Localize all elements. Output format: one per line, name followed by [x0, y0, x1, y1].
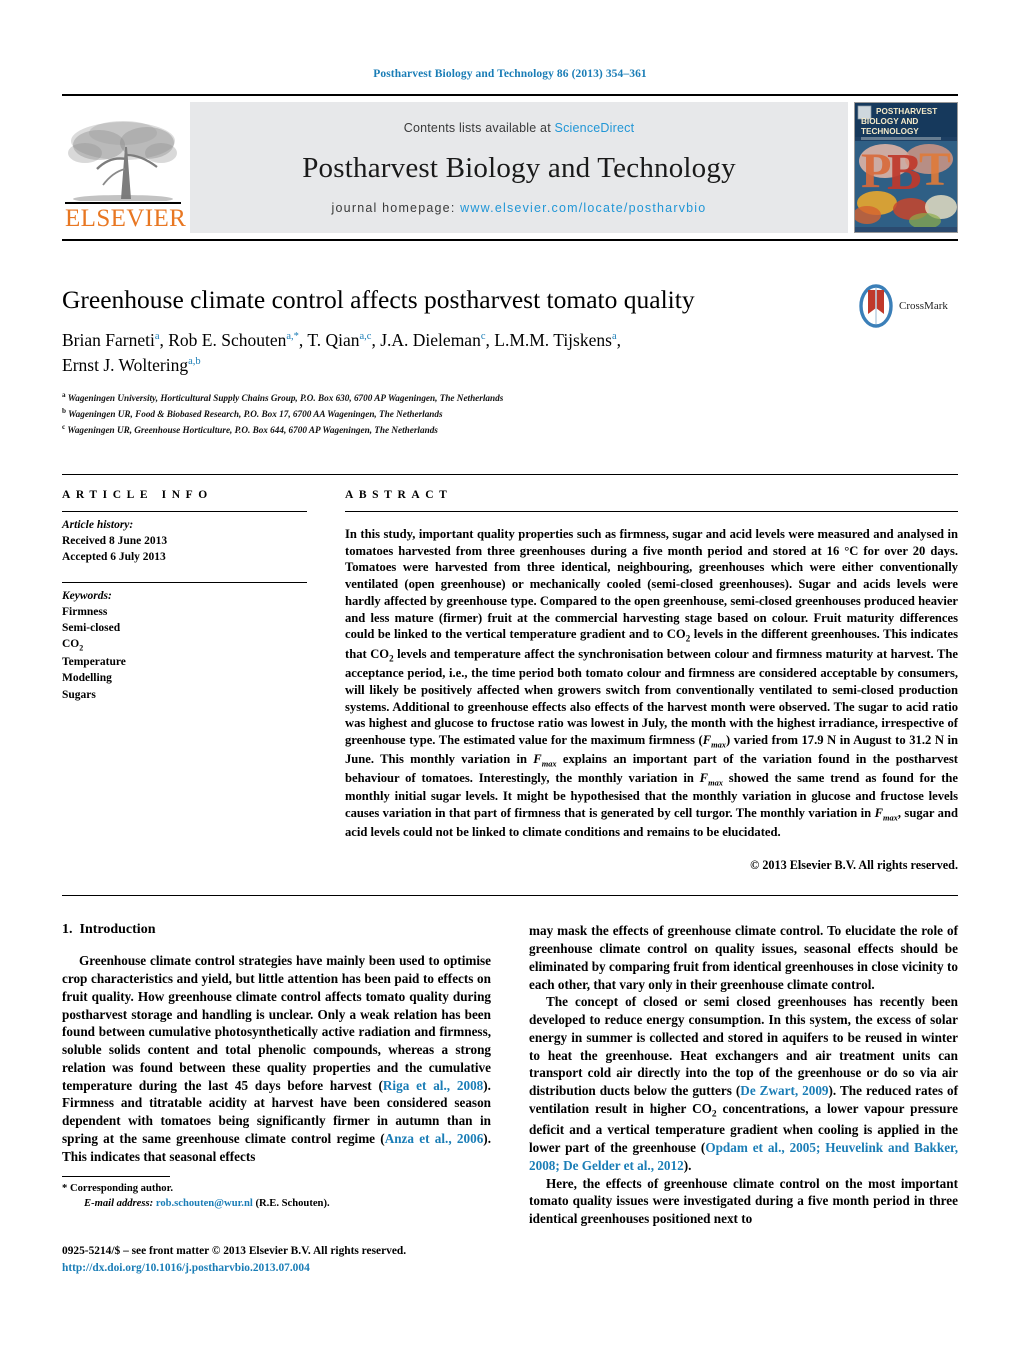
- corresponding-author-note: * Corresponding author.: [62, 1183, 173, 1194]
- intro-p1-text-a: Greenhouse climate control strategies ha…: [62, 953, 491, 1093]
- email-owner: (R.E. Schouten).: [255, 1198, 330, 1210]
- svg-text:TECHNOLOGY: TECHNOLOGY: [861, 127, 919, 136]
- abstract-column: ABSTRACT In this study, important qualit…: [345, 475, 958, 874]
- cover-artwork: POSTHARVEST BIOLOGY AND TECHNOLOGY P B T: [855, 103, 957, 229]
- elsevier-tree-icon: [68, 121, 177, 201]
- journal-title: Postharvest Biology and Technology: [302, 151, 736, 184]
- contents-prefix: Contents lists available at: [403, 120, 555, 135]
- author-5: , L.M.M. Tijskens: [485, 330, 612, 351]
- article-received-date: Received 8 June 2013: [62, 534, 168, 547]
- citation-degelder-2012[interactable]: De Gelder et al., 2012: [563, 1158, 684, 1173]
- svg-text:BIOLOGY AND: BIOLOGY AND: [861, 117, 918, 126]
- elsevier-wordmark: ELSEVIER: [65, 202, 186, 231]
- email-note: E-mail address: rob.schouten@wur.nl (R.E…: [62, 1196, 486, 1211]
- author-list: Brian Farnetia, Rob E. Schoutena,*, T. Q…: [62, 328, 822, 378]
- intro-paragraph-1: Greenhouse climate control strategies ha…: [62, 952, 491, 1165]
- email-link[interactable]: rob.schouten@wur.nl: [156, 1198, 253, 1209]
- abstract-part-1: In this study, important quality propert…: [345, 526, 958, 642]
- author-list-comma: ,: [616, 330, 621, 351]
- article-history-label: Article history:: [62, 518, 134, 531]
- author-1: Brian Farneti: [62, 330, 155, 351]
- intro-p3-text: Here, the effects of greenhouse climate …: [529, 1175, 958, 1227]
- keyword-modelling: Modelling: [62, 672, 112, 685]
- journal-homepage-line: journal homepage: www.elsevier.com/locat…: [332, 201, 707, 215]
- abstract-fmax-2: Fmax: [533, 751, 557, 769]
- author-2: , Rob E. Schouten: [159, 330, 287, 351]
- article-info-column: ARTICLE INFO Article history: Received 8…: [62, 475, 307, 874]
- keywords-label: Keywords:: [62, 589, 112, 602]
- email-label: E-mail address:: [84, 1198, 154, 1210]
- keyword-semi-closed: Semi-closed: [62, 621, 121, 634]
- keyword-firmness: Firmness: [62, 605, 108, 618]
- intro-p1-cont-text: may mask the effects of greenhouse clima…: [529, 923, 958, 992]
- citation-dezwart-2009[interactable]: De Zwart, 2009: [740, 1083, 828, 1098]
- issn-copyright-line: 0925-5214/$ – see front matter © 2013 El…: [62, 1245, 407, 1257]
- journal-band: Contents lists available at ScienceDirec…: [190, 102, 848, 233]
- keywords-rule: [62, 581, 307, 583]
- intro-p2-text-d: ).: [683, 1157, 692, 1173]
- elsevier-logo: ELSEVIER: [62, 102, 186, 233]
- article-accepted-date: Accepted 6 July 2013: [62, 551, 166, 564]
- intro-paragraph-1-cont: may mask the effects of greenhouse clima…: [529, 922, 958, 993]
- abstract-fmax-4: Fmax: [874, 806, 898, 823]
- section-heading-introduction: 1. Introduction: [62, 922, 491, 938]
- abstract-fmax-3: Fmax: [699, 770, 723, 788]
- intro-paragraph-2: The concept of closed or semi closed gre…: [529, 993, 958, 1174]
- intro-paragraph-3: Here, the effects of greenhouse climate …: [529, 1175, 958, 1228]
- contents-available-line: Contents lists available at ScienceDirec…: [404, 121, 635, 135]
- page-title: Greenhouse climate control affects posth…: [62, 285, 695, 314]
- doi-link[interactable]: http://dx.doi.org/10.1016/j.postharvbio.…: [62, 1260, 532, 1277]
- author-6: Ernst J. Woltering: [62, 355, 189, 376]
- affiliation-a-marker: a: [62, 391, 66, 399]
- author-6-affil-marker[interactable]: a,b: [188, 356, 201, 367]
- footnote-block: * Corresponding author. E-mail address: …: [62, 1176, 486, 1212]
- info-abstract-section: ARTICLE INFO Article history: Received 8…: [62, 473, 958, 874]
- svg-text:B: B: [887, 144, 922, 201]
- affiliation-c: c Wageningen UR, Greenhouse Horticulture…: [62, 422, 958, 438]
- journal-article-page: Postharvest Biology and Technology 86 (2…: [0, 0, 1020, 1351]
- abstract-rule: [345, 510, 958, 512]
- article-title-block: CrossMark Greenhouse climate control aff…: [62, 284, 958, 438]
- abstract-heading: ABSTRACT: [345, 488, 453, 501]
- svg-text:T: T: [919, 143, 951, 196]
- affiliation-b: b Wageningen UR, Food & Biobased Researc…: [62, 406, 958, 422]
- affiliation-list: a Wageningen University, Horticultural S…: [62, 390, 958, 438]
- imprint-block: 0925-5214/$ – see front matter © 2013 El…: [62, 1243, 532, 1277]
- crossmark-badge[interactable]: CrossMark: [858, 279, 958, 333]
- citation-anza-2006[interactable]: Anza et al., 2006: [385, 1131, 484, 1146]
- abstract-text: In this study, important quality propert…: [345, 526, 958, 841]
- affiliation-b-marker: b: [62, 406, 66, 415]
- homepage-prefix: journal homepage:: [331, 200, 461, 215]
- abstract-fmax-1: Fmax: [702, 733, 726, 750]
- keyword-co2: CO2: [62, 638, 84, 653]
- section-number: 1.: [62, 922, 73, 938]
- article-info-rule: [62, 510, 307, 512]
- journal-masthead: ELSEVIER Contents lists available at Sci…: [62, 94, 958, 241]
- sciencedirect-link[interactable]: ScienceDirect: [555, 121, 635, 135]
- author-3-affil-marker[interactable]: a,c: [360, 331, 372, 342]
- svg-text:POSTHARVEST: POSTHARVEST: [876, 107, 937, 116]
- affiliation-a: a Wageningen University, Horticultural S…: [62, 390, 958, 406]
- crossmark-label: CrossMark: [899, 300, 948, 312]
- abstract-copyright: © 2013 Elsevier B.V. All rights reserved…: [750, 858, 958, 873]
- affiliation-b-text: Wageningen UR, Food & Biobased Research,…: [68, 409, 443, 420]
- author-3: , T. Qian: [298, 330, 360, 351]
- affiliation-c-text: Wageningen UR, Greenhouse Horticulture, …: [67, 425, 438, 435]
- author-4: , J.A. Dieleman: [371, 330, 481, 351]
- journal-homepage-link[interactable]: www.elsevier.com/locate/postharvbio: [460, 201, 706, 215]
- crossmark-icon: [859, 284, 893, 328]
- affiliation-c-marker: c: [62, 422, 66, 431]
- citation-riga-2008[interactable]: Riga et al., 2008: [383, 1078, 483, 1093]
- article-info-heading: ARTICLE INFO: [62, 488, 213, 501]
- section-title: Introduction: [79, 922, 156, 938]
- keyword-sugars: Sugars: [62, 688, 96, 701]
- running-head: Postharvest Biology and Technology 86 (2…: [373, 68, 647, 80]
- footnote-rule: [62, 1176, 170, 1177]
- author-2-affil-marker[interactable]: a,*: [286, 331, 299, 342]
- body-column-right: may mask the effects of greenhouse clima…: [529, 922, 958, 1227]
- keyword-temperature: Temperature: [62, 655, 126, 668]
- affiliation-a-text: Wageningen University, Horticultural Sup…: [67, 393, 504, 404]
- journal-cover-thumbnail[interactable]: POSTHARVEST BIOLOGY AND TECHNOLOGY P B T: [854, 102, 958, 233]
